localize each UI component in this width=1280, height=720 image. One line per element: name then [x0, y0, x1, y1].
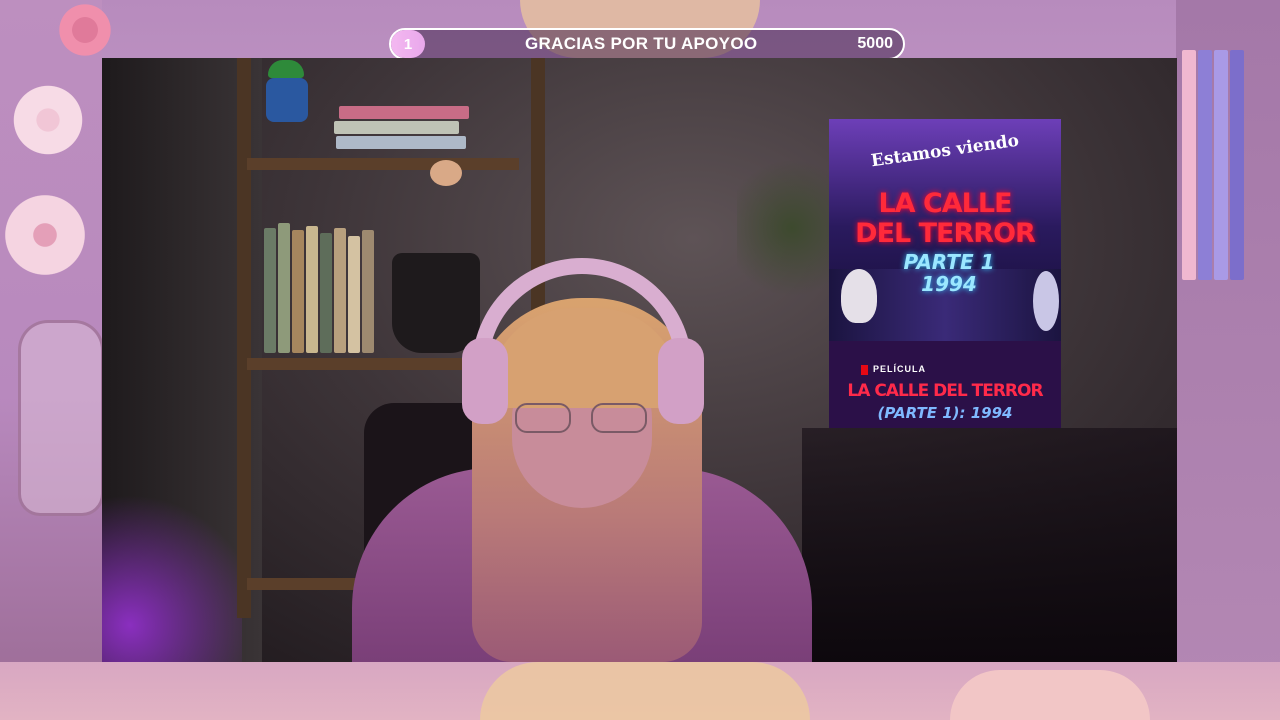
- skull-icon: [841, 269, 877, 323]
- poster-title-line: LA CALLE: [878, 188, 1012, 219]
- poster-subtitle-line: 1994: [921, 272, 977, 296]
- poster-title-line: DEL TERROR: [855, 218, 1036, 249]
- headphone-earcup: [658, 338, 704, 424]
- poster-footer-title: LA CALLE DEL TERROR: [847, 381, 1043, 401]
- purple-light: [102, 478, 242, 662]
- shelf-book: [306, 226, 318, 353]
- flower-illustration: [0, 190, 90, 280]
- goal-message: GRACIAS POR TU APOYOO: [525, 34, 758, 53]
- poster-type-label: PELÍCULA: [873, 364, 926, 374]
- stacked-book: [336, 136, 466, 149]
- shelf-book: [320, 233, 332, 353]
- stacked-book: [339, 106, 469, 119]
- goal-count-badge: 1: [391, 30, 425, 58]
- flower-illustration: [8, 80, 88, 160]
- book-illustration: [1198, 50, 1212, 280]
- character-hair-illustration: [480, 662, 810, 720]
- book-illustration: [1230, 50, 1244, 280]
- headphone-earcup: [462, 338, 508, 424]
- now-watching-poster: Estamos viendo LA CALLE DEL TERROR PARTE…: [829, 119, 1061, 428]
- netflix-logo-icon: [861, 365, 868, 375]
- poster-footer-subtitle: (PARTE 1): 1994: [877, 404, 1013, 422]
- glasses: [515, 403, 649, 435]
- shelf-board: [247, 158, 519, 170]
- vase-illustration: [18, 320, 104, 516]
- stacked-book: [334, 121, 459, 134]
- book-illustration: [1214, 50, 1228, 280]
- poster-subtitle: PARTE 1 1994: [879, 251, 1019, 295]
- shelf-book: [292, 230, 304, 353]
- shelf-book: [264, 228, 276, 353]
- figurine: [262, 60, 462, 186]
- poster-title: LA CALLE DEL TERROR: [829, 189, 1061, 249]
- mask-icon: [1033, 271, 1059, 331]
- now-watching-label: Estamos viendo: [869, 130, 1021, 172]
- goal-target: 5000: [857, 35, 893, 52]
- poster-subtitle-line: PARTE 1: [903, 250, 995, 274]
- streamer: [352, 258, 812, 662]
- support-goal-bar: 1 GRACIAS POR TU APOYOO 5000: [389, 28, 905, 60]
- shelf-book: [334, 228, 346, 353]
- flower-illustration: [55, 0, 115, 60]
- dark-area: [802, 428, 1177, 662]
- character-hand-illustration: [950, 670, 1150, 720]
- shelf-book: [278, 223, 290, 353]
- book-illustration: [1182, 50, 1196, 280]
